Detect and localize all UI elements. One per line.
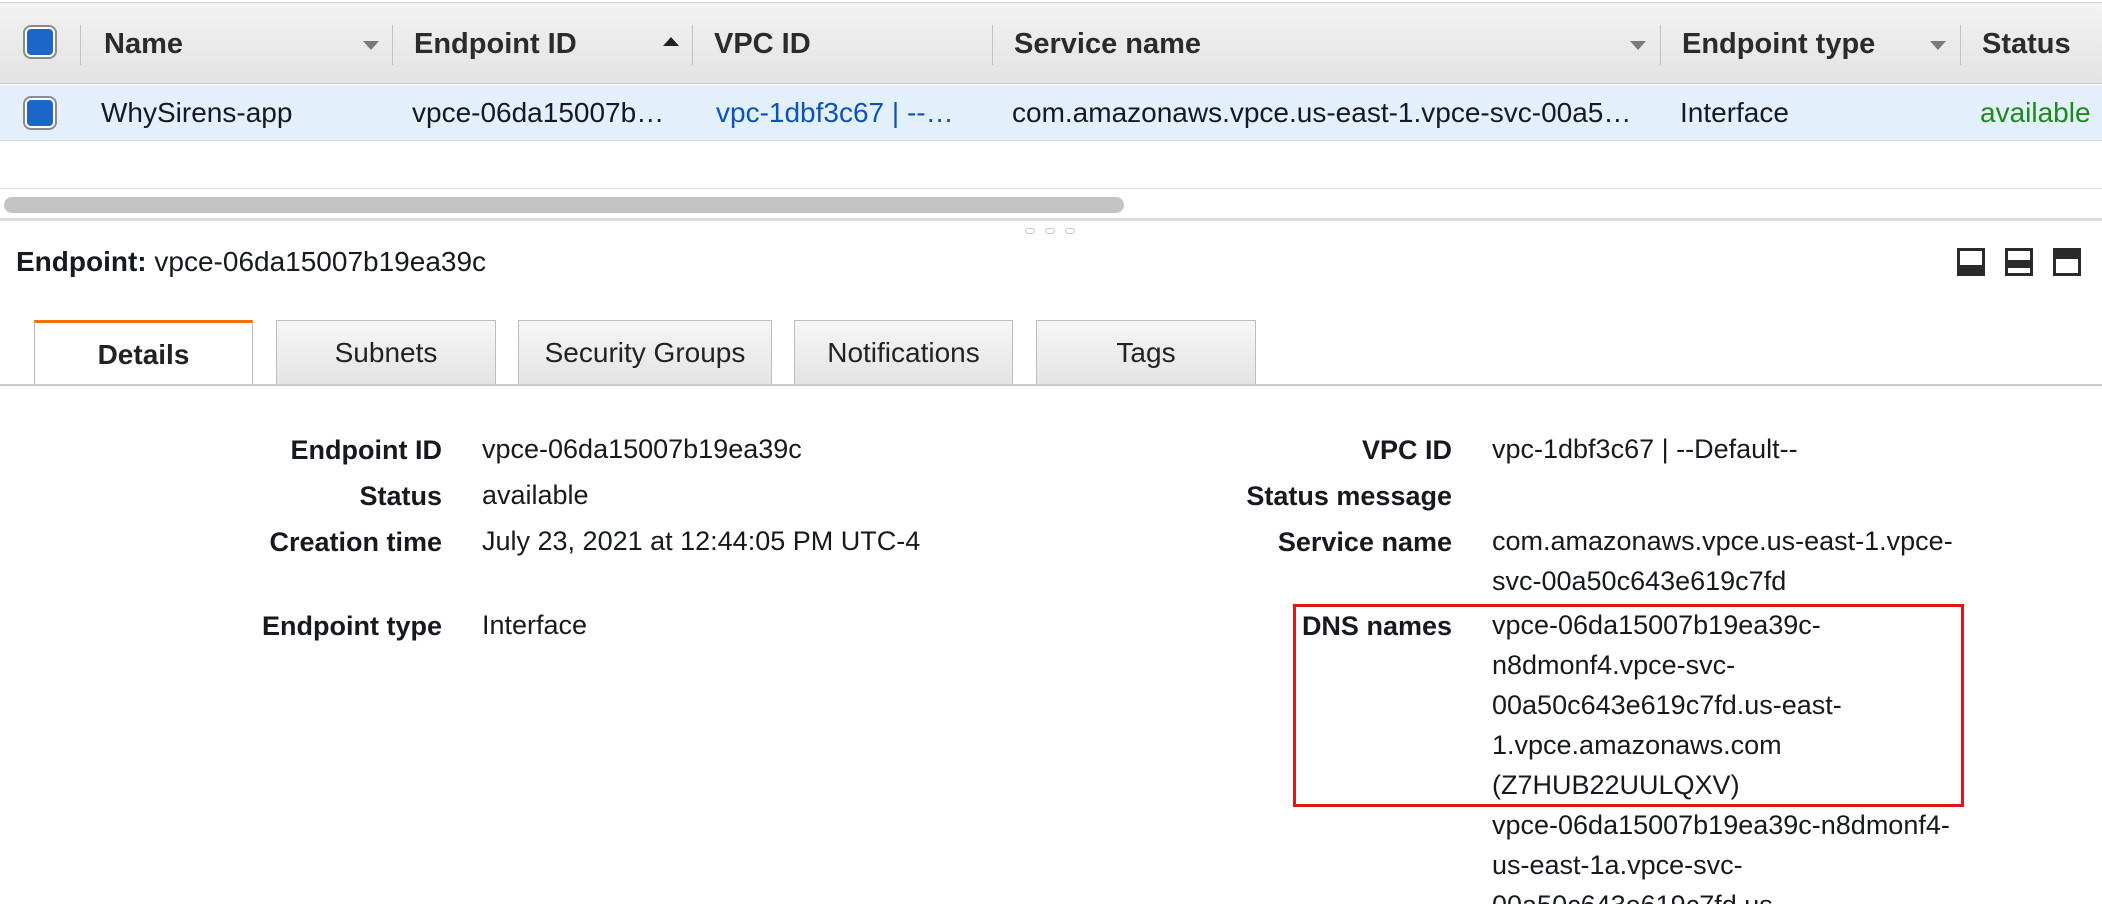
table-footer-divider	[0, 188, 2102, 189]
tab-details[interactable]: Details	[34, 320, 253, 386]
tab-baseline	[0, 384, 2102, 386]
label-vpc-id: VPC ID	[1361, 435, 1452, 465]
resize-grip-icon[interactable]	[1025, 228, 1035, 234]
sort-ascending-icon	[663, 37, 679, 46]
endpoints-table: Name Endpoint ID VPC ID Service name End…	[0, 0, 2102, 220]
column-header-vpc-id[interactable]: VPC ID	[692, 3, 992, 85]
value-creation-time: July 23, 2021 at 12:44:05 PM UTC-4	[482, 526, 921, 556]
chevron-down-icon	[1630, 41, 1646, 50]
column-divider	[392, 25, 393, 65]
column-divider	[692, 25, 693, 65]
label-endpoint-id: Endpoint ID	[290, 435, 442, 465]
column-header-status[interactable]: Status	[1960, 3, 2102, 85]
tab-subnets[interactable]: Subnets	[276, 320, 496, 384]
resize-grip-icon[interactable]	[1065, 228, 1075, 234]
select-all-checkbox[interactable]	[25, 27, 55, 57]
column-header-name[interactable]: Name	[80, 3, 390, 85]
pane-middle-icon[interactable]	[2005, 248, 2033, 276]
column-header-endpoint-id[interactable]: Endpoint ID	[392, 3, 692, 85]
horizontal-scrollbar[interactable]	[4, 197, 1124, 213]
table-header: Name Endpoint ID VPC ID Service name End…	[0, 2, 2102, 84]
row-checkbox[interactable]	[25, 98, 55, 128]
cell-name: WhySirens-app	[101, 97, 293, 128]
detail-title-label: Endpoint:	[16, 246, 147, 277]
detail-title-value: vpce-06da15007b19ea39c	[154, 246, 487, 277]
value-endpoint-id: vpce-06da15007b19ea39c	[482, 434, 802, 464]
column-header-endpoint-type[interactable]: Endpoint type	[1660, 3, 1960, 85]
tab-tags[interactable]: Tags	[1036, 320, 1256, 384]
value-endpoint-type: Interface	[482, 610, 588, 640]
cell-service-name: com.amazonaws.vpce.us-east-1.vpce-svc-00…	[1012, 97, 1632, 128]
vpc-id-link[interactable]: vpc-1dbf3c67 | --…	[716, 85, 986, 141]
column-divider	[1960, 25, 1961, 65]
pane-splitter[interactable]	[0, 218, 2102, 221]
value-service-name: com.amazonaws.vpce.us-east-1.vpce-svc-00…	[1492, 526, 1953, 596]
column-header-label: Status	[1982, 27, 2071, 60]
vpc-id-detail-link[interactable]: vpc-1dbf3c67 | --Default--	[1492, 429, 1798, 469]
column-divider	[1660, 25, 1661, 65]
detail-title: Endpoint: vpce-06da15007b19ea39c	[16, 246, 486, 278]
table-row[interactable]: WhySirens-app vpce-06da15007b… vpc-1dbf3…	[0, 85, 2102, 141]
label-creation-time: Creation time	[269, 527, 442, 557]
column-header-label: Endpoint type	[1682, 27, 1876, 60]
column-header-label: Name	[104, 27, 183, 60]
column-header-label: Service name	[1014, 27, 1202, 60]
label-status-message: Status message	[1246, 481, 1452, 511]
column-divider	[992, 25, 993, 65]
chevron-down-icon	[1930, 41, 1946, 50]
column-header-label: VPC ID	[714, 27, 811, 60]
label-status: Status	[359, 481, 442, 511]
value-status: available	[482, 480, 589, 510]
value-dns-name-zonal: vpce-06da15007b19ea39c-n8dmonf4-us-east-…	[1492, 810, 1950, 904]
cell-endpoint-id: vpce-06da15007b…	[412, 97, 665, 128]
pane-top-icon[interactable]	[2053, 248, 2081, 276]
column-header-label: Endpoint ID	[414, 27, 577, 60]
tab-security-groups[interactable]: Security Groups	[518, 320, 772, 384]
cell-endpoint-type: Interface	[1680, 97, 1789, 128]
column-header-service-name[interactable]: Service name	[992, 3, 1660, 85]
chevron-down-icon	[363, 41, 379, 50]
label-service-name: Service name	[1277, 527, 1452, 557]
pane-bottom-icon[interactable]	[1957, 248, 1985, 276]
label-endpoint-type: Endpoint type	[262, 611, 442, 641]
column-divider	[80, 25, 81, 65]
cell-status: available	[1980, 97, 2091, 128]
highlight-box	[1293, 604, 1964, 807]
resize-grip-icon[interactable]	[1045, 228, 1055, 234]
tab-notifications[interactable]: Notifications	[794, 320, 1013, 384]
